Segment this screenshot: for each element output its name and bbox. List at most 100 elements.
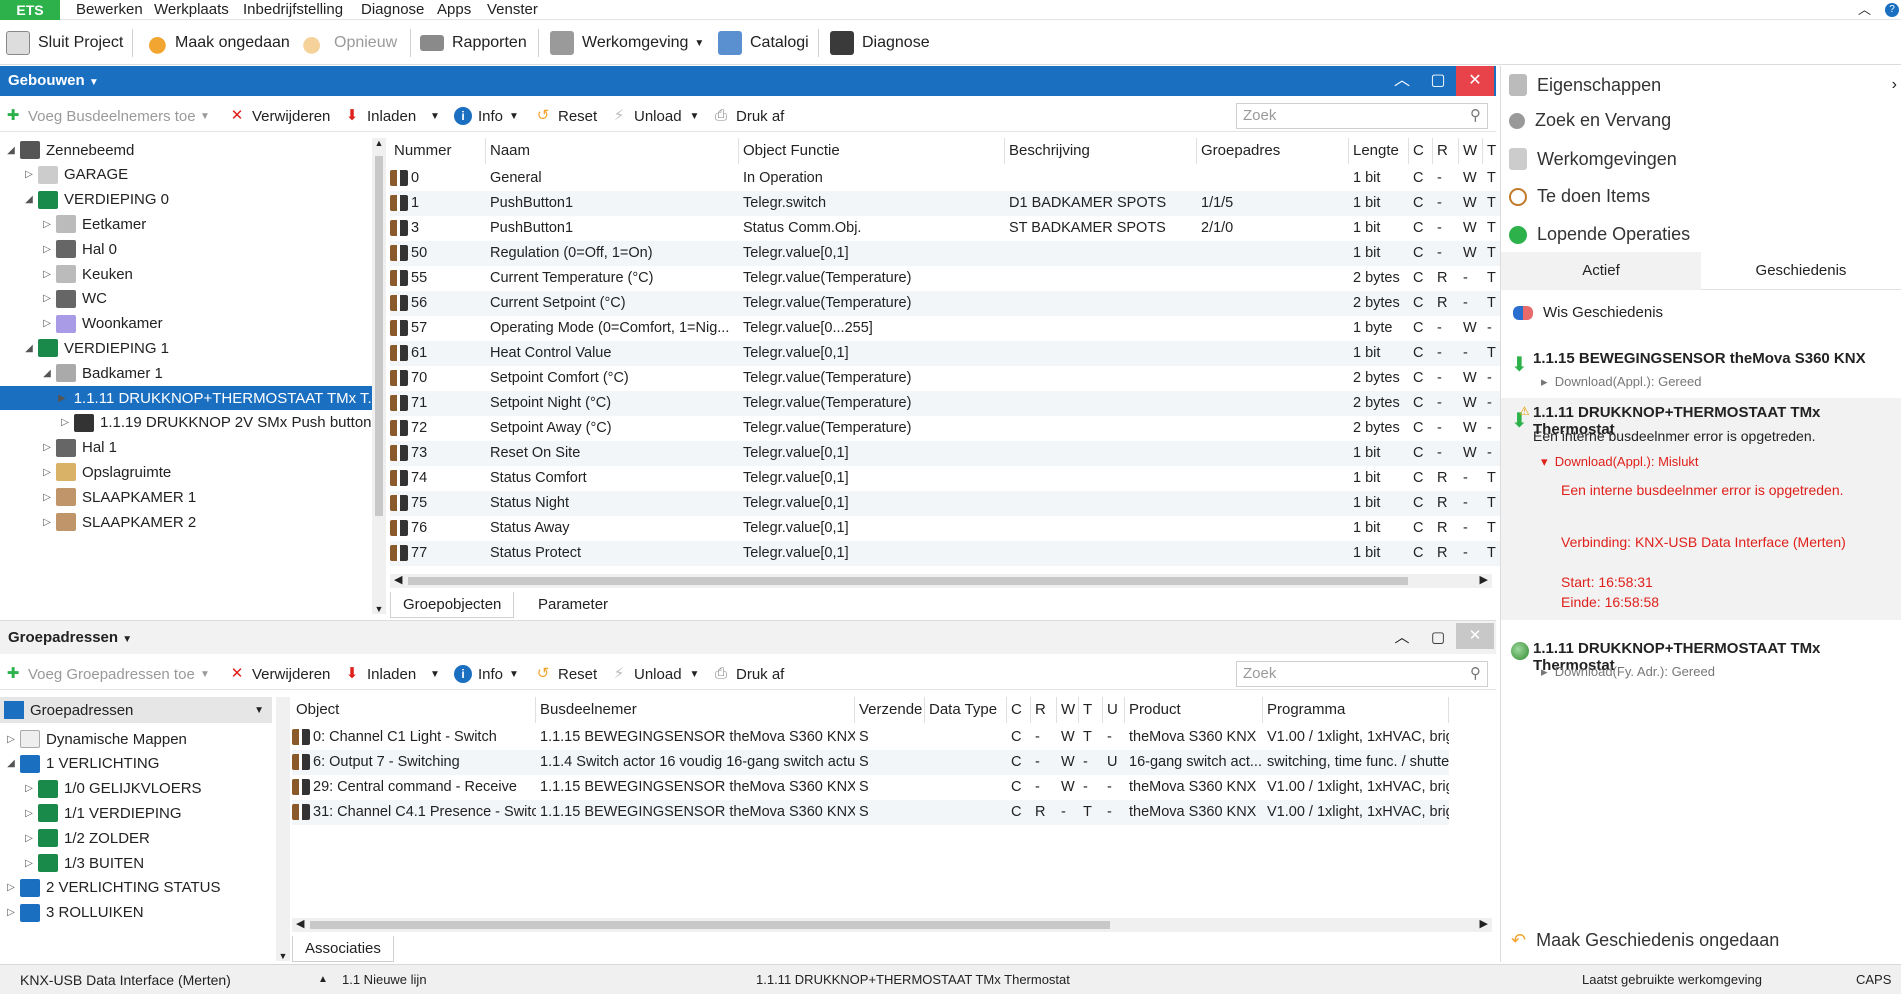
tree-node[interactable]: ▷ 3 ROLLUIKEN — [0, 901, 272, 925]
column-header[interactable]: C — [1007, 697, 1031, 723]
table-row[interactable]: 50 Regulation (0=Off, 1=On) Telegr.value[0… — [390, 241, 1507, 266]
undo-button[interactable]: Maak ongedaan — [143, 29, 290, 57]
history-entry[interactable]: 1.1.11 DRUKKNOP+THERMOSTAAT TMx Thermost… — [1507, 638, 1897, 698]
column-header[interactable]: T — [1079, 697, 1103, 723]
table-row[interactable]: 76 Status Away Telegr.value[0,1] 1 bit C R - T — [390, 516, 1507, 541]
tree-node[interactable]: ◢ Badkamer 1 — [0, 361, 372, 385]
unload-button[interactable]: ⚡ Unload ▼ — [610, 664, 700, 684]
column-header[interactable]: R — [1433, 138, 1459, 164]
table-row[interactable]: 57 Operating Mode (0=Comfort, 1=Nig... Tel… — [390, 316, 1507, 341]
print-button[interactable]: ⎙ Druk af — [712, 106, 784, 126]
catalogs-button[interactable]: Catalogi — [718, 29, 809, 57]
status-interface[interactable]: KNX-USB Data Interface (Merten) — [20, 965, 231, 995]
tree-node[interactable]: ◢ VERDIEPING 1 — [0, 336, 372, 360]
column-header[interactable]: Object Functie — [739, 138, 1005, 164]
print-button[interactable]: ⎙ Druk af — [712, 664, 784, 684]
add-dropdown-icon[interactable]: ▼ — [200, 106, 210, 126]
info-button[interactable]: i Info ▼ — [454, 664, 519, 684]
collapsed-arrow-icon[interactable]: ▷ — [40, 318, 54, 329]
column-header[interactable]: Lengte — [1349, 138, 1409, 164]
collapsed-arrow-icon[interactable]: ▷ — [40, 293, 54, 304]
column-header[interactable]: Groepadres — [1197, 138, 1349, 164]
tree-node[interactable]: ◢ VERDIEPING 0 — [0, 188, 372, 212]
table-row[interactable]: 74 Status Comfort Telegr.value[0,1] 1 bit C R… — [390, 466, 1507, 491]
redo-button[interactable]: Opnieuw — [302, 29, 397, 57]
collapsed-arrow-icon[interactable]: ▷ — [22, 833, 36, 844]
collapsed-arrow-icon[interactable]: ▷ — [22, 169, 36, 180]
tab-actief[interactable]: Actief — [1501, 252, 1701, 290]
column-header[interactable]: W — [1459, 138, 1483, 164]
tab-associaties[interactable]: Associaties — [292, 936, 394, 962]
load-button[interactable]: ⬇ Inladen — [343, 664, 417, 684]
close-panel-icon[interactable]: ✕ — [1456, 66, 1494, 96]
table-row[interactable]: 31: Channel C4.1 Presence - Switch 1.1.15… — [292, 800, 1449, 825]
table-row[interactable]: 55 Current Temperature (°C) Telegr.value(T… — [390, 266, 1507, 291]
collapsed-arrow-icon[interactable]: ▷ — [40, 492, 54, 503]
tree-node[interactable]: ▷ 1/0 GELIJKVLOERS — [0, 777, 272, 801]
table-row[interactable]: 75 Status Night Telegr.value[0,1] 1 bit C R - T — [390, 491, 1507, 516]
column-header[interactable]: Object — [292, 697, 536, 723]
table-row[interactable]: 70 Setpoint Comfort (°C) Telegr.value(Temp… — [390, 366, 1507, 391]
ets-app-button[interactable]: ETS — [0, 0, 60, 20]
column-header[interactable]: Beschrijving — [1005, 138, 1197, 164]
close-panel-icon[interactable]: ✕ — [1456, 623, 1494, 649]
expanded-arrow-icon[interactable]: ◢ — [40, 368, 54, 379]
collapsed-arrow-icon[interactable]: ▷ — [40, 442, 54, 453]
menu-bewerken[interactable]: Bewerken — [76, 0, 143, 20]
table-row[interactable]: 3 PushButton1 Status Comm.Obj. ST BADKAMER … — [390, 216, 1507, 241]
tree-node[interactable]: ◢ 1 VERLICHTING — [0, 752, 272, 776]
menu-apps[interactable]: Apps — [437, 0, 471, 20]
collapsed-arrow-icon[interactable]: ▷ — [4, 907, 18, 918]
history-entry-error[interactable]: ⬇ ⚠ 1.1.11 DRUKKNOP+THERMOSTAAT TMx Ther… — [1501, 398, 1901, 620]
buildings-search-input[interactable]: Zoek ⚲ — [1236, 103, 1488, 129]
column-header[interactable]: Programma — [1263, 697, 1449, 723]
table-row[interactable]: 0: Channel C1 Light - Switch 1.1.15 BEWEG… — [292, 725, 1449, 750]
collapse-ribbon-icon[interactable]: ︿ — [1858, 0, 1871, 20]
table-row[interactable]: 1 PushButton1 Telegr.switch D1 BADKAMER SPO… — [390, 191, 1507, 216]
column-header[interactable]: Verzende — [855, 697, 925, 723]
load-dropdown-icon[interactable]: ▼ — [430, 106, 440, 126]
tree-node[interactable]: ▷ 1/1 VERDIEPING — [0, 801, 272, 825]
tree-node[interactable]: ▷ Hal 1 — [0, 436, 372, 460]
collapsed-arrow-icon[interactable]: ▷ — [4, 734, 18, 745]
table-row[interactable]: 73 Reset On Site Telegr.value[0,1] 1 bit C - W… — [390, 441, 1507, 466]
tree-node[interactable]: ▷ 1/2 ZOLDER — [0, 826, 272, 850]
tree-node[interactable]: ▷ SLAAPKAMER 1 — [0, 485, 372, 509]
reset-button[interactable]: ↺ Reset — [534, 106, 597, 126]
workspace-button[interactable]: Werkomgeving ▼ — [550, 29, 704, 57]
groups-grid-h-scrollbar[interactable]: ◀ ▶ — [292, 918, 1492, 932]
properties-button[interactable]: Eigenschappen — [1509, 74, 1661, 96]
column-header[interactable]: C — [1409, 138, 1433, 164]
groups-panel-title[interactable]: Groepadressen ▼ — [8, 621, 132, 657]
table-row[interactable]: 72 Setpoint Away (°C) Telegr.value(Tempera… — [390, 416, 1507, 441]
tree-node[interactable]: ▷ Woonkamer — [0, 312, 372, 336]
todo-button[interactable]: Te doen Items — [1509, 186, 1650, 207]
table-row[interactable]: 56 Current Setpoint (°C) Telegr.value(Temp… — [390, 291, 1507, 316]
clear-history-button[interactable]: Wis Geschiedenis — [1513, 304, 1663, 321]
maximize-panel-icon[interactable]: ▢ — [1420, 66, 1456, 96]
undo-history-button[interactable]: ↶ Maak Geschiedenis ongedaan — [1511, 930, 1779, 951]
menu-venster[interactable]: Venster — [487, 0, 538, 20]
expanded-arrow-icon[interactable]: ◢ — [4, 758, 18, 769]
tree-node[interactable]: ▷ Eetkamer — [0, 212, 372, 236]
collapsed-arrow-icon[interactable]: ▶ — [58, 393, 66, 404]
tree-node[interactable]: ▷ 1.1.19 DRUKKNOP 2V SMx Push button — [0, 411, 372, 435]
tree-node[interactable]: ▷ 1/3 BUITEN — [0, 851, 272, 875]
menu-diagnose[interactable]: Diagnose — [361, 0, 424, 20]
workspaces-button[interactable]: Werkomgevingen — [1509, 148, 1677, 170]
column-header[interactable]: Product — [1125, 697, 1263, 723]
groups-search-input[interactable]: Zoek ⚲ — [1236, 661, 1488, 687]
find-replace-button[interactable]: Zoek en Vervang — [1509, 110, 1671, 131]
diagnose-button[interactable]: Diagnose — [830, 29, 930, 57]
collapsed-arrow-icon[interactable]: ▷ — [22, 858, 36, 869]
table-row[interactable]: 61 Heat Control Value Telegr.value[0,1] 1 b… — [390, 341, 1507, 366]
expanded-arrow-icon[interactable]: ◢ — [22, 194, 36, 205]
delete-button[interactable]: ✕ Verwijderen — [228, 664, 331, 684]
tree-node[interactable]: ▶ 1.1.11 DRUKKNOP+THERMOSTAAT TMx T... — [0, 386, 372, 410]
tree-node[interactable]: ▷ SLAAPKAMER 2 — [0, 510, 372, 534]
tab-geschiedenis[interactable]: Geschiedenis — [1701, 252, 1901, 290]
collapsed-arrow-icon[interactable]: ▷ — [58, 417, 72, 428]
info-button[interactable]: i Info ▼ — [454, 106, 519, 126]
chevron-right-icon[interactable]: › — [1892, 76, 1897, 94]
close-project-button[interactable]: Sluit Project — [6, 29, 123, 57]
